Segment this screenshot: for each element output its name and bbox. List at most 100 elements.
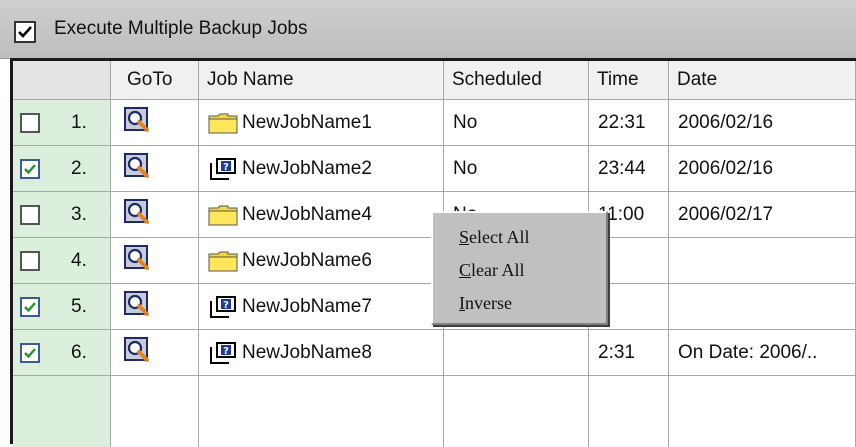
folder-icon (208, 250, 238, 272)
row-select-cell: 6. (13, 330, 111, 376)
row-goto-cell (111, 284, 199, 330)
panel-title: Execute Multiple Backup Jobs (54, 18, 308, 39)
job-name: NewJobName1 (242, 111, 372, 133)
menu-item-clear-all[interactable]: Clear All (459, 260, 525, 281)
job-name: NewJobName8 (242, 341, 372, 363)
empty-job-cell (199, 376, 444, 447)
goto-magnifier-icon[interactable] (124, 198, 150, 231)
row-goto-cell (111, 100, 199, 146)
row-goto-cell (111, 192, 199, 238)
table-row[interactable]: 2.? NewJobName2 No 23:44 2006/02/16 (13, 146, 856, 192)
menu-item-clear-all-mnemonic: C (459, 260, 472, 280)
execute-multiple-checkbox[interactable] (14, 21, 36, 43)
row-date-cell: On Date: 2006/.. (669, 330, 856, 376)
date-value: 2006/02/17 (678, 203, 774, 225)
empty-scheduled-cell (444, 376, 589, 447)
time-value: 23:44 (598, 157, 646, 179)
column-header-time[interactable]: Time (589, 61, 669, 100)
row-date-cell (669, 238, 856, 284)
row-job-name-cell[interactable]: NewJobName6 (199, 238, 444, 284)
column-header-select (13, 61, 111, 100)
menu-item-inverse-label: nverse (465, 293, 512, 313)
column-header-scheduled[interactable]: Scheduled (444, 61, 589, 100)
job-name: NewJobName4 (242, 203, 372, 225)
row-date-cell: 2006/02/16 (669, 146, 856, 192)
table-header-row: GoTo Job Name Scheduled Time Date (13, 61, 856, 100)
scheduled-value: No (453, 157, 478, 179)
row-checkbox[interactable] (20, 296, 40, 317)
goto-magnifier-icon[interactable] (124, 152, 150, 185)
row-select-cell: 5. (13, 284, 111, 330)
empty-date-cell (669, 376, 856, 447)
folder-icon (208, 204, 238, 226)
empty-goto-cell (111, 376, 199, 447)
table-row[interactable]: 1. NewJobName1 No 22:31 2006/02/16 (13, 100, 856, 146)
time-value: 2:31 (598, 341, 635, 363)
svg-text:?: ? (223, 346, 229, 357)
unknown-type-icon: ? (208, 157, 238, 180)
row-date-cell (669, 284, 856, 330)
row-job-name-cell[interactable]: ? NewJobName2 (199, 146, 444, 192)
folder-icon (208, 112, 238, 134)
row-job-name-cell[interactable]: ? NewJobName8 (199, 330, 444, 376)
menu-item-select-all-label: elect All (469, 227, 530, 247)
context-menu: Select All Clear All Inverse (431, 211, 608, 325)
goto-magnifier-icon[interactable] (124, 106, 150, 139)
column-header-job-name[interactable]: Job Name (199, 61, 444, 100)
row-date-cell: 2006/02/17 (669, 192, 856, 238)
menu-item-clear-all-label: lear All (471, 260, 525, 280)
row-goto-cell (111, 330, 199, 376)
date-value: 2006/02/16 (678, 157, 774, 179)
row-time-cell: 2:31 (589, 330, 669, 376)
row-number: 4. (71, 249, 87, 271)
row-checkbox[interactable] (20, 112, 40, 133)
menu-item-select-all[interactable]: Select All (459, 227, 530, 248)
goto-magnifier-icon[interactable] (124, 290, 150, 323)
execute-multiple-panel-header: Execute Multiple Backup Jobs (0, 0, 856, 59)
row-checkbox[interactable] (20, 158, 40, 179)
row-number: 1. (71, 111, 87, 133)
row-job-name-cell[interactable]: NewJobName1 (199, 100, 444, 146)
row-time-cell: 23:44 (589, 146, 669, 192)
table-empty-area (13, 376, 856, 447)
row-scheduled-cell (444, 330, 589, 376)
row-select-cell: 4. (13, 238, 111, 284)
goto-magnifier-icon[interactable] (124, 244, 150, 277)
unknown-type-icon: ? (208, 341, 238, 364)
date-value: 2006/02/16 (678, 111, 774, 133)
row-time-cell: 22:31 (589, 100, 669, 146)
table-row[interactable]: 6.? NewJobName8 2:31 On Date: 2006/.. (13, 330, 856, 376)
row-number: 6. (71, 341, 87, 363)
row-scheduled-cell: No (444, 146, 589, 192)
row-number: 3. (71, 203, 87, 225)
svg-text:?: ? (223, 300, 229, 311)
row-goto-cell (111, 238, 199, 284)
scheduled-value: No (453, 111, 478, 133)
goto-magnifier-icon[interactable] (124, 336, 150, 369)
row-select-cell: 1. (13, 100, 111, 146)
row-number: 2. (71, 157, 87, 179)
menu-item-inverse[interactable]: Inverse (459, 293, 512, 314)
row-goto-cell (111, 146, 199, 192)
row-checkbox[interactable] (20, 342, 40, 363)
row-checkbox[interactable] (20, 250, 40, 271)
row-date-cell: 2006/02/16 (669, 100, 856, 146)
job-name: NewJobName2 (242, 157, 372, 179)
row-number: 5. (71, 295, 87, 317)
job-name: NewJobName6 (242, 249, 372, 271)
svg-text:?: ? (223, 162, 229, 173)
row-job-name-cell[interactable]: NewJobName4 (199, 192, 444, 238)
row-checkbox[interactable] (20, 204, 40, 225)
column-header-goto[interactable]: GoTo (111, 61, 199, 100)
empty-time-cell (589, 376, 669, 447)
row-select-cell: 3. (13, 192, 111, 238)
date-value: On Date: 2006/.. (678, 341, 818, 363)
checkmark-icon (18, 26, 32, 38)
time-value: 22:31 (598, 111, 646, 133)
row-select-cell: 2. (13, 146, 111, 192)
row-job-name-cell[interactable]: ? NewJobName7 (199, 284, 444, 330)
column-header-date[interactable]: Date (669, 61, 856, 100)
job-name: NewJobName7 (242, 295, 372, 317)
unknown-type-icon: ? (208, 295, 238, 318)
menu-item-select-all-mnemonic: S (459, 227, 470, 247)
